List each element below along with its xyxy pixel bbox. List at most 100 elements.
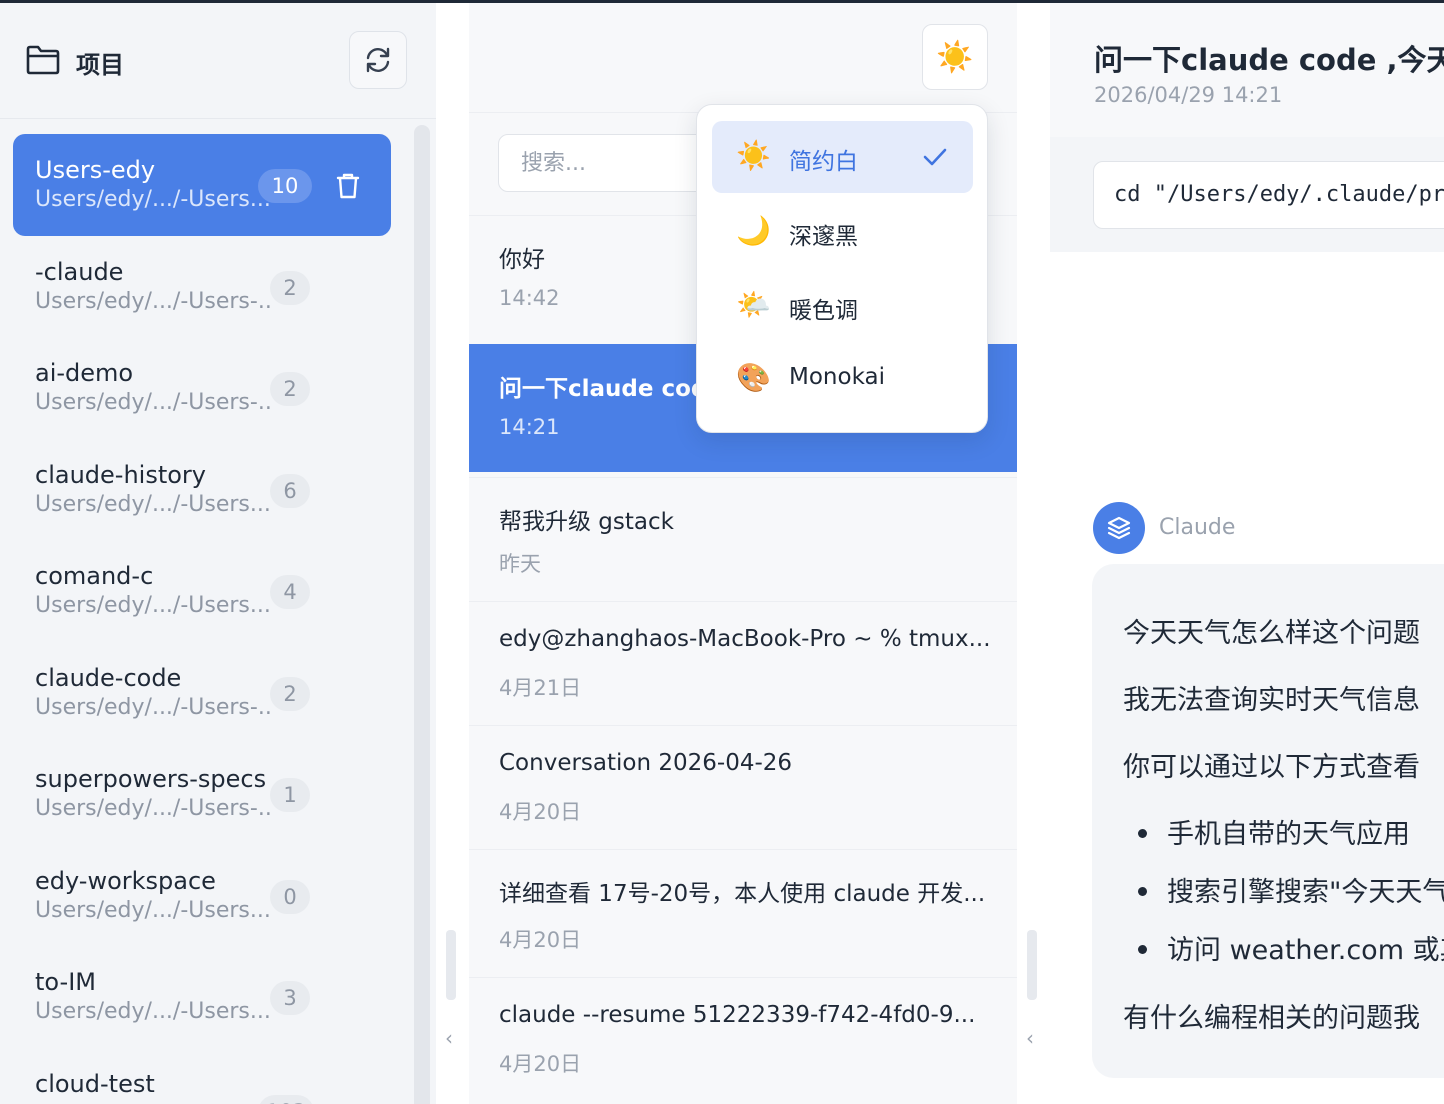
conversation-time: 14:21 xyxy=(499,415,560,439)
project-item[interactable]: Users-edy Users/edy/.../-Users... 10 xyxy=(13,134,391,236)
theme-menu: ☀️ 简约白 🌙 深邃黑 🌤️ 暖色调 🎨 Monokai xyxy=(696,104,988,433)
project-count-badge: 6 xyxy=(270,474,310,508)
resize-handle[interactable] xyxy=(1027,930,1037,1000)
project-name: cloud-test xyxy=(35,1070,155,1098)
conversation-title: claude --resume 51222339-f742-4fd0-9... xyxy=(499,1002,976,1028)
projects-scrollbar[interactable] xyxy=(414,125,430,1104)
project-count-badge: 103 xyxy=(258,1095,315,1104)
project-path: Users/edy/.../-Users-... xyxy=(35,695,271,720)
project-item[interactable]: cloud-test 103 xyxy=(13,1048,391,1104)
project-path: Users/edy/.../-Users... xyxy=(35,999,271,1024)
theme-option-label: Monokai xyxy=(789,364,885,390)
bullet-dot xyxy=(1138,829,1147,838)
message-paragraph: 我无法查询实时天气信息 xyxy=(1123,685,1420,716)
conversation-title: 帮我升级 gstack xyxy=(499,509,674,535)
sun-icon: ☀️ xyxy=(936,39,974,75)
conversation-item[interactable]: edy@zhanghaos-MacBook-Pro ~ % tmux... 4月… xyxy=(469,601,1017,725)
project-count-badge: 1 xyxy=(270,778,310,812)
project-name: to-IM xyxy=(35,968,96,996)
project-item[interactable]: edy-workspace Users/edy/.../-Users... 0 xyxy=(13,845,391,947)
moon-icon: 🌙 xyxy=(736,214,771,247)
conversation-time: 4月21日 xyxy=(499,676,582,700)
check-icon xyxy=(923,148,947,166)
conversation-detail: 问一下claude code ,今天天气怎么样 2026/04/29 14:21… xyxy=(1050,3,1444,1104)
sun-icon: ☀️ xyxy=(736,139,771,172)
bullet-dot xyxy=(1138,945,1147,954)
theme-option-warm[interactable]: 🌤️ 暖色调 xyxy=(712,270,973,342)
project-count-badge: 3 xyxy=(270,981,310,1015)
assistant-name: Claude xyxy=(1159,515,1236,540)
message-paragraph: 有什么编程相关的问题我 xyxy=(1123,1003,1420,1034)
conversation-item[interactable]: 帮我升级 gstack 昨天 xyxy=(469,477,1017,601)
assistant-message: 今天天气怎么样这个问题 我无法查询实时天气信息 你可以通过以下方式查看 手机自带… xyxy=(1092,564,1444,1078)
project-count-badge: 10 xyxy=(258,169,312,203)
conversation-item[interactable]: Conversation 2026-04-26 4月20日 xyxy=(469,725,1017,849)
project-item[interactable]: claude-code Users/edy/.../-Users-... 2 xyxy=(13,642,391,744)
resize-handle[interactable] xyxy=(446,930,456,1000)
trash-icon[interactable] xyxy=(335,172,361,200)
projects-title: 项目 xyxy=(76,51,124,79)
project-name: claude-history xyxy=(35,461,206,489)
avatar xyxy=(1093,502,1145,554)
project-path: Users/edy/.../-Users-... xyxy=(35,390,271,415)
conversation-title: 详细查看 17号-20号，本人使用 claude 开发... xyxy=(499,881,986,907)
projects-panel: 项目 Users-edy Users/edy/.../-Users... 10 … xyxy=(0,3,436,1104)
theme-option-monokai[interactable]: 🎨 Monokai xyxy=(712,343,973,415)
conversation-item[interactable]: claude --resume 51222339-f742-4fd0-9... … xyxy=(469,977,1017,1101)
theme-option-dark[interactable]: 🌙 深邃黑 xyxy=(712,196,973,268)
project-name: edy-workspace xyxy=(35,867,216,895)
conversation-title: Conversation 2026-04-26 xyxy=(499,750,793,776)
project-path: Users/edy/.../-Users... xyxy=(35,187,271,212)
theme-option-label: 简约白 xyxy=(789,149,858,175)
project-name: superpowers-specs xyxy=(35,765,267,793)
conversation-time: 4月20日 xyxy=(499,928,582,952)
refresh-button[interactable] xyxy=(349,31,407,89)
project-name: -claude xyxy=(35,258,124,286)
project-item[interactable]: to-IM Users/edy/.../-Users... 3 xyxy=(13,946,391,1048)
palette-icon: 🎨 xyxy=(736,361,771,394)
projects-header: 项目 xyxy=(0,3,436,119)
message-bullet: 搜索引擎搜索"今天天气" xyxy=(1167,877,1444,908)
theme-option-light[interactable]: ☀️ 简约白 xyxy=(712,121,973,193)
project-count-badge: 0 xyxy=(270,880,310,914)
conversations-header: ☀️ xyxy=(469,3,1017,113)
project-path: Users/edy/.../-Users... xyxy=(35,593,271,618)
project-path: Users/edy/.../-Users... xyxy=(35,898,271,923)
command-box[interactable]: cd "/Users/edy/.claude/projects" xyxy=(1093,161,1444,229)
bullet-dot xyxy=(1138,887,1147,896)
project-path: Users/edy/.../-Users-... xyxy=(35,796,271,821)
project-item[interactable]: claude-history Users/edy/.../-Users... 6 xyxy=(13,439,391,541)
project-name: claude-code xyxy=(35,664,182,692)
conversation-time: 4月20日 xyxy=(499,800,582,824)
theme-toggle-button[interactable]: ☀️ xyxy=(922,24,988,90)
project-item[interactable]: superpowers-specs Users/edy/.../-Users-.… xyxy=(13,743,391,845)
sun-cloud-icon: 🌤️ xyxy=(736,288,771,321)
chevron-left-icon[interactable]: ‹ xyxy=(445,1026,453,1050)
conversation-item[interactable]: 详细查看 17号-20号，本人使用 claude 开发... 4月20日 xyxy=(469,849,1017,977)
message-paragraph: 今天天气怎么样这个问题 xyxy=(1123,618,1420,649)
command-area: cd "/Users/edy/.claude/projects" xyxy=(1050,137,1444,252)
message-bullet: 访问 weather.com 或其他天气网站 xyxy=(1167,935,1444,966)
project-name: comand-c xyxy=(35,562,154,590)
project-item[interactable]: ai-demo Users/edy/.../-Users-... 2 xyxy=(13,337,391,439)
project-path: Users/edy/.../-Users-... xyxy=(35,289,271,314)
project-name: Users-edy xyxy=(35,156,156,184)
theme-option-label: 深邃黑 xyxy=(789,224,858,250)
layers-icon xyxy=(1107,516,1131,540)
conversation-title: edy@zhanghaos-MacBook-Pro ~ % tmux... xyxy=(499,626,991,652)
conversation-time: 4月20日 xyxy=(499,1052,582,1076)
project-count-badge: 4 xyxy=(270,575,310,609)
project-count-badge: 2 xyxy=(270,372,310,406)
theme-option-label: 暖色调 xyxy=(789,298,858,324)
message-paragraph: 你可以通过以下方式查看 xyxy=(1123,752,1420,783)
project-count-badge: 2 xyxy=(270,677,310,711)
conversation-time: 昨天 xyxy=(499,552,541,576)
project-count-badge: 2 xyxy=(270,271,310,305)
detail-header: 问一下claude code ,今天天气怎么样 2026/04/29 14:21 xyxy=(1050,3,1444,137)
project-item[interactable]: -claude Users/edy/.../-Users-... 2 xyxy=(13,236,391,338)
message-bullet: 手机自带的天气应用 xyxy=(1167,819,1410,850)
detail-time: 2026/04/29 14:21 xyxy=(1094,83,1283,107)
project-item[interactable]: comand-c Users/edy/.../-Users... 4 xyxy=(13,540,391,642)
chevron-left-icon[interactable]: ‹ xyxy=(1026,1026,1034,1050)
refresh-icon xyxy=(366,47,390,73)
